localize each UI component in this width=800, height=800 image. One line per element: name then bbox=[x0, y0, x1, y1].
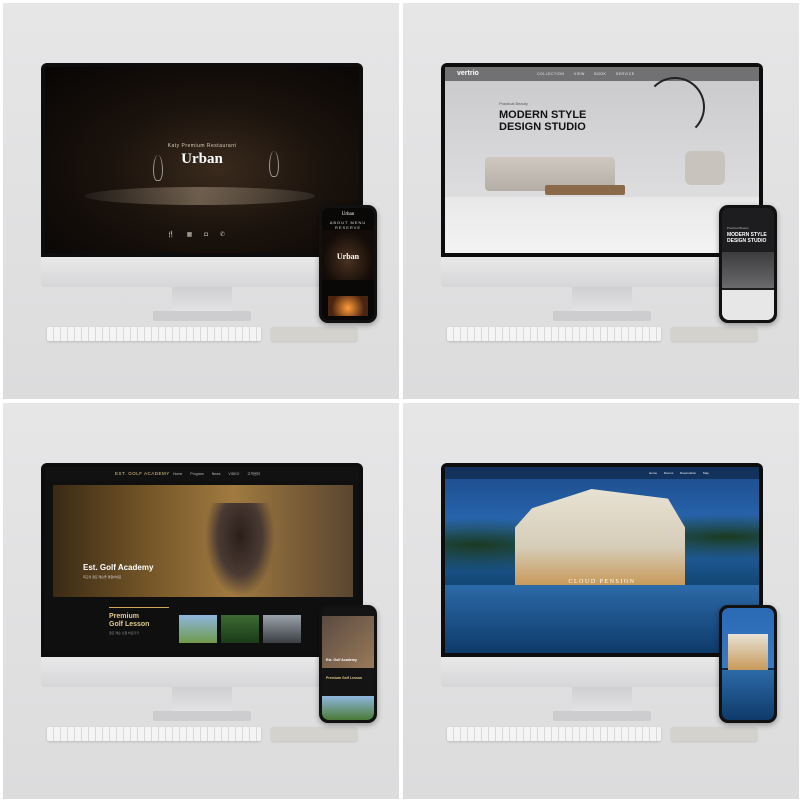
imac-stand bbox=[572, 687, 632, 713]
golf-thumbnail[interactable] bbox=[179, 615, 217, 643]
urban-icon-row: 🍴▦◘✆ bbox=[45, 231, 359, 238]
golf-desc: 최고의 골프 레슨을 경험하세요 bbox=[83, 575, 122, 579]
vertrio-mobile-screen: Practical Beauty MODERN STYLE DESIGN STUD… bbox=[722, 208, 774, 320]
dining-table bbox=[85, 187, 315, 205]
vertrio-tagline: Practical Beauty bbox=[499, 101, 528, 106]
armchair bbox=[685, 151, 725, 185]
golf-thumbnail[interactable] bbox=[221, 615, 259, 643]
pool bbox=[445, 585, 759, 653]
imac-bezel: Home Rooms Reservation Map CLOUD PENSION bbox=[441, 463, 763, 657]
golf-title: Est. Golf Academy bbox=[83, 563, 154, 572]
pension-title: CLOUD PENSION bbox=[568, 579, 636, 585]
urban-subtitle: Katy Premium Restaurant bbox=[167, 143, 237, 149]
imac-base bbox=[153, 711, 251, 721]
golf-thumbnail[interactable] bbox=[263, 615, 301, 643]
imac-chin bbox=[441, 257, 763, 287]
pension-mobile-pool bbox=[722, 670, 774, 720]
urban-mobile-logo[interactable]: Urban bbox=[322, 212, 374, 217]
keyboard bbox=[47, 327, 261, 341]
phone-icon[interactable]: ✆ bbox=[220, 232, 237, 238]
keyboard bbox=[47, 727, 261, 741]
urban-mobile-screen: Urban ABOUT MENU RESERVE GALLERY Urban bbox=[322, 208, 374, 320]
golf-mobile-image bbox=[322, 696, 374, 720]
urban-desktop-screen: Katy Premium Restaurant Urban 🍴▦◘✆ bbox=[45, 67, 359, 253]
mockup-golf: EST. GOLF ACADEMY Home Program News VIDE… bbox=[3, 403, 399, 799]
mockup-vertrio: vertrio COLLECTION VIEW BOOK SERVICE Pra… bbox=[403, 3, 799, 399]
keyboard bbox=[447, 727, 661, 741]
golf-desktop-screen: EST. GOLF ACADEMY Home Program News VIDE… bbox=[45, 467, 359, 653]
trackpad bbox=[671, 727, 757, 741]
vertrio-logo[interactable]: vertrio bbox=[457, 70, 479, 77]
phone: Urban ABOUT MENU RESERVE GALLERY Urban bbox=[319, 205, 377, 323]
golf-mobile-title: Est. Golf Academy bbox=[326, 658, 357, 662]
imac-chin bbox=[41, 257, 363, 287]
vertrio-mobile-image bbox=[722, 290, 774, 320]
vertrio-title: MODERN STYLE DESIGN STUDIO bbox=[499, 109, 587, 133]
imac-chin bbox=[441, 657, 763, 687]
vertrio-mobile-image bbox=[722, 252, 774, 288]
imac-stand bbox=[172, 687, 232, 713]
imac: Home Rooms Reservation Map CLOUD PENSION bbox=[441, 463, 763, 723]
trackpad bbox=[671, 327, 757, 341]
golf-hero bbox=[53, 485, 353, 597]
phone: Est. Golf Academy Premium Golf Lesson bbox=[319, 605, 377, 723]
vertrio-mobile-title: MODERN STYLE DESIGN STUDIO bbox=[727, 232, 767, 244]
golf-lesson-link[interactable]: 골프 레슨 신청 바로가기 bbox=[109, 631, 139, 635]
golfer bbox=[205, 503, 275, 597]
golf-menu[interactable]: Home Program News VIDEO 고객센터 bbox=[173, 472, 260, 477]
mockup-grid: Katy Premium Restaurant Urban 🍴▦◘✆ Urban… bbox=[0, 0, 800, 800]
phone: Practical Beauty MODERN STYLE DESIGN STUD… bbox=[719, 205, 777, 323]
floor bbox=[445, 197, 759, 253]
pension-menu[interactable]: Home Rooms Reservation Map bbox=[649, 471, 709, 475]
imac-chin bbox=[41, 657, 363, 687]
imac-bezel: vertrio COLLECTION VIEW BOOK SERVICE Pra… bbox=[441, 63, 763, 257]
trackpad bbox=[271, 727, 357, 741]
pension-mobile-screen bbox=[722, 608, 774, 720]
trackpad bbox=[271, 327, 357, 341]
vertrio-menu[interactable]: COLLECTION VIEW BOOK SERVICE bbox=[537, 72, 635, 76]
imac: EST. GOLF ACADEMY Home Program News VIDE… bbox=[41, 463, 363, 723]
mockup-urban: Katy Premium Restaurant Urban 🍴▦◘✆ Urban… bbox=[3, 3, 399, 399]
imac-stand bbox=[172, 287, 232, 313]
pension-mobile-villa bbox=[728, 634, 768, 670]
imac-bezel: EST. GOLF ACADEMY Home Program News VIDE… bbox=[41, 463, 363, 657]
urban-mobile-thumb bbox=[328, 296, 368, 316]
golf-logo[interactable]: EST. GOLF ACADEMY bbox=[115, 471, 170, 476]
vertrio-desktop-screen: vertrio COLLECTION VIEW BOOK SERVICE Pra… bbox=[445, 67, 759, 253]
imac-stand bbox=[572, 287, 632, 313]
coffee-table bbox=[545, 185, 625, 195]
calendar-icon[interactable]: ▦ bbox=[187, 232, 205, 238]
pension-desktop-screen: Home Rooms Reservation Map CLOUD PENSION bbox=[445, 467, 759, 653]
golf-mobile-screen: Est. Golf Academy Premium Golf Lesson bbox=[322, 608, 374, 720]
floor-lamp bbox=[645, 77, 705, 137]
fork-knife-icon[interactable]: 🍴 bbox=[167, 232, 186, 238]
golf-lesson-title: Premium Golf Lesson bbox=[109, 613, 150, 628]
pension-nav bbox=[445, 467, 759, 479]
imac-base bbox=[153, 311, 251, 321]
phone bbox=[719, 605, 777, 723]
urban-mobile-brand: Urban bbox=[336, 252, 360, 261]
imac: Katy Premium Restaurant Urban 🍴▦◘✆ bbox=[41, 63, 363, 323]
imac-bezel: Katy Premium Restaurant Urban 🍴▦◘✆ bbox=[41, 63, 363, 257]
imac-base bbox=[553, 711, 651, 721]
imac-base bbox=[553, 311, 651, 321]
mockup-cloud-pension: Home Rooms Reservation Map CLOUD PENSION bbox=[403, 403, 799, 799]
vertrio-mobile-tagline: Practical Beauty bbox=[727, 226, 749, 230]
golf-mobile-lesson: Premium Golf Lesson bbox=[326, 676, 363, 680]
keyboard bbox=[447, 327, 661, 341]
camera-icon[interactable]: ◘ bbox=[204, 232, 220, 238]
imac: vertrio COLLECTION VIEW BOOK SERVICE Pra… bbox=[441, 63, 763, 323]
urban-brand: Urban bbox=[181, 151, 223, 167]
